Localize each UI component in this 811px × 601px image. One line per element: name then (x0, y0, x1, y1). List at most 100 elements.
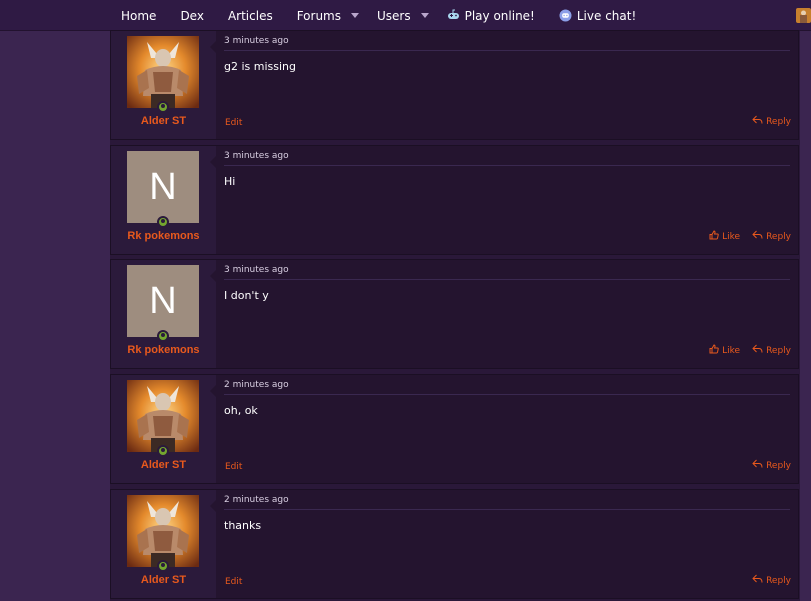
thumbs-up-icon (709, 230, 722, 243)
speech-arrow (210, 500, 216, 512)
reply-label: Reply (766, 231, 791, 242)
reply-label: Reply (766, 345, 791, 356)
post-timestamp[interactable]: 3 minutes ago (224, 36, 790, 51)
username-link[interactable]: Rk pokemons (111, 230, 216, 242)
speech-arrow (210, 41, 216, 53)
post-content: 2 minutes ago thanks Edit Reply (217, 490, 798, 598)
nav-users-label: Users (377, 8, 411, 23)
reply-button[interactable]: Reply (752, 574, 791, 587)
nav-play-online[interactable]: Play online! (447, 0, 535, 31)
post-item: N Rk pokemons 3 minutes ago Hi Like Repl… (110, 145, 799, 255)
timestamp-text[interactable]: 2 minutes ago (224, 495, 289, 505)
user-avatar[interactable] (127, 36, 199, 108)
like-button[interactable]: Like (709, 344, 740, 357)
post-message: g2 is missing (224, 60, 297, 73)
user-avatar[interactable] (127, 495, 199, 567)
user-avatar[interactable] (127, 380, 199, 452)
post-message: thanks (224, 519, 262, 532)
nav-dex-label: Dex (180, 8, 204, 23)
reply-label: Reply (766, 460, 791, 471)
reply-label: Reply (766, 116, 791, 127)
post-actions: Reply (740, 115, 791, 128)
top-nav-bar: Home Dex Articles Forums Users Play onli… (0, 0, 811, 31)
post-timestamp[interactable]: 3 minutes ago (224, 151, 790, 166)
timestamp-text[interactable]: 3 minutes ago (224, 265, 289, 275)
nav-articles-label: Articles (227, 8, 273, 23)
nav-articles[interactable]: Articles (228, 0, 273, 31)
reply-button[interactable]: Reply (752, 230, 791, 243)
warrior-avatar-image (127, 36, 199, 108)
chevron-down-icon[interactable] (351, 13, 359, 18)
post-actions: Reply (740, 574, 791, 587)
post-message: I don't y (224, 289, 269, 302)
nav-play-online-label: Play online! (464, 8, 535, 23)
discord-icon (559, 9, 572, 22)
online-status-icon (157, 330, 169, 342)
post-item: Alder ST 3 minutes ago g2 is missing Edi… (110, 30, 799, 140)
chevron-down-icon[interactable] (420, 13, 429, 18)
user-info: Alder ST (111, 490, 216, 598)
timestamp-text[interactable]: 2 minutes ago (224, 380, 289, 390)
post-message: Hi (224, 175, 236, 188)
post-item: N Rk pokemons 3 minutes ago I don't y Li… (110, 259, 799, 369)
reply-label: Reply (766, 575, 791, 586)
post-content: 3 minutes ago I don't y Like Reply (217, 260, 798, 368)
edit-link[interactable]: Edit (225, 118, 242, 128)
online-status-icon (157, 445, 169, 457)
online-status-icon (157, 560, 169, 572)
post-actions: Like Reply (697, 344, 791, 357)
post-content: 2 minutes ago oh, ok Edit Reply (217, 375, 798, 483)
post-timestamp[interactable]: 3 minutes ago (224, 265, 790, 280)
username-link[interactable]: Alder ST (111, 574, 216, 586)
user-avatar[interactable]: N (127, 151, 199, 223)
post-content: 3 minutes ago g2 is missing Edit Reply (217, 31, 798, 139)
avatar-letter: N (149, 279, 177, 322)
nav-live-chat[interactable]: Live chat! (559, 0, 636, 31)
timestamp-text[interactable]: 3 minutes ago (224, 36, 289, 46)
user-info: Alder ST (111, 31, 216, 139)
online-status-icon (157, 101, 169, 113)
username-link[interactable]: Alder ST (111, 115, 216, 127)
nav-users[interactable]: Users (377, 0, 429, 31)
user-info: N Rk pokemons (111, 146, 216, 254)
reply-button[interactable]: Reply (752, 344, 791, 357)
reply-icon (752, 459, 766, 472)
nav-dex[interactable]: Dex (180, 0, 204, 31)
username-link[interactable]: Rk pokemons (111, 344, 216, 356)
like-button[interactable]: Like (709, 230, 740, 243)
edit-link[interactable]: Edit (225, 577, 242, 587)
timestamp-text[interactable]: 3 minutes ago (224, 151, 289, 161)
online-status-icon (157, 216, 169, 228)
avatar-letter: N (149, 165, 177, 208)
reply-icon (752, 230, 766, 243)
warrior-avatar-image (127, 495, 199, 567)
account-avatar[interactable] (796, 8, 811, 23)
warrior-avatar-image (127, 380, 199, 452)
user-info: N Rk pokemons (111, 260, 216, 368)
like-label: Like (722, 345, 741, 356)
speech-arrow (210, 385, 216, 397)
speech-arrow (210, 156, 216, 168)
gamepad-icon (447, 9, 459, 19)
nav-home[interactable]: Home (121, 0, 156, 31)
post-actions: Reply (740, 459, 791, 472)
user-avatar[interactable]: N (127, 265, 199, 337)
reply-icon (752, 344, 766, 357)
post-item: Alder ST 2 minutes ago oh, ok Edit Reply (110, 374, 799, 484)
username-link[interactable]: Alder ST (111, 459, 216, 471)
warrior-avatar-icon (796, 8, 811, 23)
speech-arrow (210, 270, 216, 282)
edit-link[interactable]: Edit (225, 462, 242, 472)
post-timestamp[interactable]: 2 minutes ago (224, 495, 790, 510)
post-timestamp[interactable]: 2 minutes ago (224, 380, 790, 395)
nav-live-chat-label: Live chat! (576, 8, 637, 23)
nav-forums[interactable]: Forums (297, 0, 359, 31)
thumbs-up-icon (709, 344, 722, 357)
post-actions: Like Reply (697, 230, 791, 243)
nav-home-label: Home (121, 8, 157, 23)
post-message: oh, ok (224, 404, 258, 417)
post-content: 3 minutes ago Hi Like Reply (217, 146, 798, 254)
reply-button[interactable]: Reply (752, 115, 791, 128)
reply-button[interactable]: Reply (752, 459, 791, 472)
like-label: Like (722, 231, 741, 242)
